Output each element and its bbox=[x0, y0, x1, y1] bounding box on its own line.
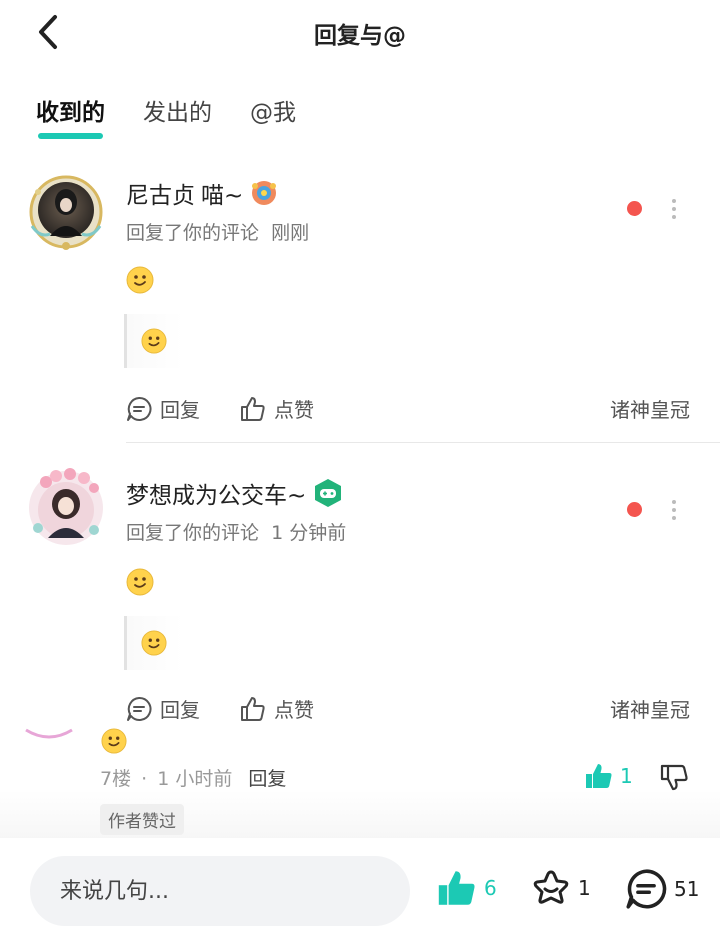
comment-bubble-icon bbox=[127, 396, 152, 421]
divider bbox=[126, 442, 720, 443]
author-liked-badge: 作者赞过 bbox=[100, 804, 184, 835]
page-title: 回复与@ bbox=[314, 23, 406, 49]
tab-sent[interactable]: 发出的 bbox=[143, 96, 212, 136]
quoted-comment[interactable] bbox=[124, 616, 184, 670]
notification-item[interactable]: 尼古贞 喵~ 回复了你的评论 刚刚 回复 点赞 诸神皇冠 bbox=[0, 168, 720, 444]
more-button[interactable] bbox=[664, 497, 684, 523]
comment-time: 1 小时前 bbox=[157, 768, 233, 790]
reply-label: 回复 bbox=[160, 698, 200, 722]
username[interactable]: 尼古贞 喵~ bbox=[126, 176, 279, 210]
active-tab-indicator bbox=[38, 133, 103, 139]
more-button[interactable] bbox=[664, 196, 684, 222]
like-label: 点赞 bbox=[274, 698, 314, 722]
tab-received[interactable]: 收到的 bbox=[36, 96, 105, 139]
more-icon bbox=[672, 508, 676, 512]
comment-bubble-icon bbox=[626, 869, 667, 909]
unread-dot bbox=[627, 502, 642, 517]
article-like-button[interactable]: 6 bbox=[436, 868, 497, 908]
comments-button[interactable]: 51 bbox=[624, 868, 699, 910]
emoji-smile-icon bbox=[126, 266, 154, 294]
favorite-button[interactable]: 1 bbox=[530, 868, 591, 908]
comment-like-button[interactable]: 1 bbox=[584, 762, 633, 790]
comment-meta: 7楼 · 1 小时前 回复 bbox=[100, 764, 286, 791]
like-button[interactable]: 点赞 bbox=[240, 394, 314, 423]
tab-mentions[interactable]: @我 bbox=[250, 96, 296, 136]
emoji-smile-icon bbox=[141, 328, 167, 354]
tab-label: 收到的 bbox=[36, 100, 105, 126]
like-label: 点赞 bbox=[274, 398, 314, 422]
tab-bar: 收到的 发出的 @我 bbox=[36, 96, 334, 139]
emoji-smile-icon bbox=[101, 728, 127, 754]
avatar[interactable] bbox=[26, 172, 106, 252]
username-suffix: 喵~ bbox=[201, 183, 244, 209]
avatar-image bbox=[29, 175, 103, 250]
reply-button[interactable]: 回复 bbox=[126, 394, 200, 423]
tab-label: 发出的 bbox=[143, 100, 212, 126]
tab-label: @我 bbox=[250, 100, 296, 126]
avatar[interactable] bbox=[26, 468, 106, 548]
username-text: 梦想成为公交车~ bbox=[126, 483, 307, 509]
notification-subline: 回复了你的评论 1 分钟前 bbox=[126, 518, 346, 545]
comment-bubble-icon bbox=[127, 696, 152, 721]
comment-dislike-button[interactable] bbox=[660, 762, 690, 796]
comment-reply-link[interactable]: 回复 bbox=[248, 768, 286, 790]
partial-avatar bbox=[25, 728, 73, 739]
notification-subline: 回复了你的评论 刚刚 bbox=[126, 218, 309, 245]
top-bar: 回复与@ bbox=[0, 0, 720, 66]
more-icon bbox=[672, 516, 676, 520]
reply-label: 回复 bbox=[160, 398, 200, 422]
thumbs-up-icon bbox=[241, 696, 265, 721]
like-count: 6 bbox=[484, 876, 497, 900]
timestamp: 1 分钟前 bbox=[271, 522, 347, 544]
flower-badge-icon bbox=[252, 181, 277, 205]
reply-button[interactable]: 回复 bbox=[126, 694, 200, 723]
username-text: 尼古贞 bbox=[126, 183, 195, 209]
username[interactable]: 梦想成为公交车~ bbox=[126, 476, 344, 510]
comment-input[interactable] bbox=[30, 856, 410, 926]
thumbs-down-icon bbox=[660, 764, 688, 791]
comment-count: 51 bbox=[674, 877, 700, 901]
avatar-image bbox=[29, 468, 103, 545]
action-text: 回复了你的评论 bbox=[126, 522, 260, 544]
more-icon bbox=[672, 215, 676, 219]
timestamp: 刚刚 bbox=[271, 222, 310, 244]
meta-separator: · bbox=[141, 768, 148, 790]
gamepad-badge-icon bbox=[315, 479, 342, 507]
comment-like-count: 1 bbox=[620, 764, 633, 788]
star-icon bbox=[533, 870, 569, 904]
more-icon bbox=[672, 500, 676, 504]
more-icon bbox=[672, 199, 676, 203]
action-text: 回复了你的评论 bbox=[126, 222, 260, 244]
quoted-comment[interactable] bbox=[124, 314, 184, 368]
thumbs-up-icon bbox=[586, 764, 612, 788]
source-title[interactable]: 诸神皇冠 bbox=[610, 394, 690, 423]
thumbs-up-icon bbox=[438, 871, 475, 905]
more-icon bbox=[672, 207, 676, 211]
source-title[interactable]: 诸神皇冠 bbox=[610, 694, 690, 723]
favorite-count: 1 bbox=[578, 876, 591, 900]
unread-dot bbox=[627, 201, 642, 216]
emoji-smile-icon bbox=[141, 630, 167, 656]
emoji-smile-icon bbox=[126, 568, 154, 596]
thumbs-up-icon bbox=[241, 396, 265, 421]
bottom-bar: 6 1 51 bbox=[0, 838, 720, 944]
floor-number: 7楼 bbox=[100, 768, 132, 790]
like-button[interactable]: 点赞 bbox=[240, 694, 314, 723]
notification-item[interactable]: 梦想成为公交车~ 回复了你的评论 1 分钟前 回复 点赞 诸神皇冠 bbox=[0, 468, 720, 728]
